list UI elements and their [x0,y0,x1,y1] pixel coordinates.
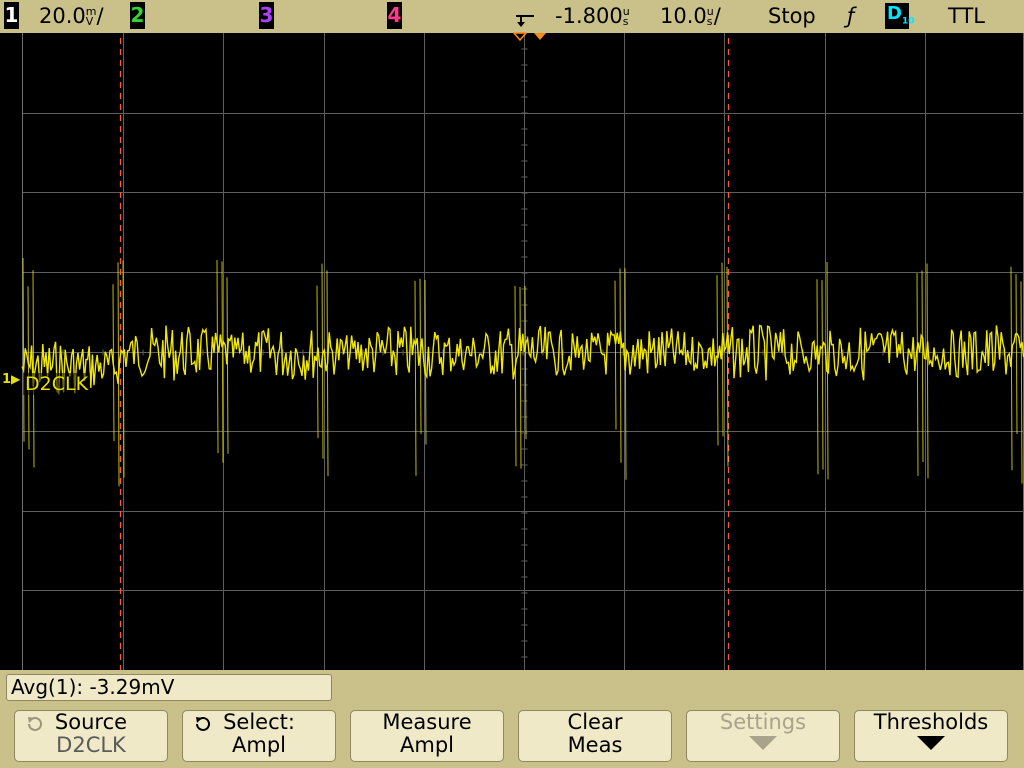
measure-value: Ampl [400,733,454,757]
trace-spike [821,280,824,470]
clear-label: Clear [567,710,623,734]
thresholds-softkey[interactable]: Thresholds [854,710,1008,762]
thresholds-label: Thresholds [873,710,989,734]
channel-3-number: 3 [259,3,274,27]
trace-spike [419,278,422,434]
trace-spike [624,268,627,480]
waveform-display[interactable]: 1▶ D2CLK [0,32,1024,670]
trace-spike [216,260,219,454]
channel-1-scale-value: 20.0 [39,4,86,28]
ground-arrow-icon: ▶ [11,372,21,386]
channel-2-number: 2 [130,3,145,27]
trace-spike [916,273,919,476]
trace-spike [826,262,829,480]
trace-spike [321,263,324,459]
down-arrow-icon [749,736,777,750]
timebase-suffix: / [713,4,721,28]
trace-spike [614,280,617,430]
channel-3-indicator[interactable]: 3 [259,2,274,29]
trace-spike [22,258,25,442]
trace-path [21,324,1024,396]
clear-value: Meas [567,733,623,757]
trace-spike [1015,274,1018,434]
select-value: Ampl [232,733,286,757]
channel-1-scale-suffix: / [96,4,104,28]
trace-spike [816,279,819,475]
trace-spike [524,285,527,440]
trace-spike [226,277,229,454]
timebase-unit: us [706,5,714,28]
trace-spike [112,284,115,442]
knob-icon [196,716,210,731]
delay-readout: -1.800u s [555,3,630,29]
trace-spike [921,270,924,462]
trigger-position-icon [516,15,534,27]
measure-label: Measure [382,710,472,734]
trigger-slope-icon: ƒ [847,4,855,28]
settings-label: Settings [719,710,807,734]
measurement-readout: Avg(1): -3.29mV [6,674,332,701]
trace-spike [519,287,522,469]
trace-spike [122,260,125,478]
digital-label: D [887,3,902,24]
channel-2-indicator[interactable]: 2 [130,2,145,29]
channel-1-number: 1 [4,3,19,27]
trace-spike [316,285,319,439]
select-softkey[interactable]: Select: Ampl [182,710,336,762]
trace-spike [32,270,35,468]
run-state: Stop [768,4,816,28]
trace-spike [117,262,120,487]
trace-spike [1020,281,1023,484]
channel-1-trace [21,258,1024,487]
channel-4-number: 4 [387,3,402,27]
channel-label: D2CLK [23,373,91,395]
trace-spike [326,270,329,477]
channel-1-scale: 20.0m V / [39,3,104,29]
channel-1-scale-unit: mV [85,5,97,28]
timebase-value: 10.0 [660,4,707,28]
timebase-readout: 10.0u s/ [660,3,721,29]
trace-spike [721,262,724,437]
channel-1-marker-number: 1 [2,372,12,387]
trace-spike [619,268,622,463]
trace-spike [27,286,30,450]
digital-sub: 10 [901,16,915,27]
channel-1-indicator[interactable]: 1 [4,2,19,29]
measure-softkey[interactable]: Measure Ampl [350,710,504,762]
threshold-label: TTL [948,4,985,28]
settings-softkey[interactable]: Settings [686,710,840,762]
digital-channel-indicator[interactable]: D10 [885,3,914,29]
source-softkey[interactable]: Source D2CLK [14,710,168,762]
channel-4-indicator[interactable]: 4 [387,2,402,29]
bottom-panel: Avg(1): -3.29mV Source D2CLK Select: Amp… [0,670,1024,768]
down-arrow-icon [917,736,945,750]
trace-spike [1010,266,1013,471]
trace-spike [424,279,427,445]
source-value: D2CLK [56,733,126,757]
trace-spike [926,263,929,479]
status-bar: 1 20.0m V/ 2 3 4 -1.800u s 10.0u s/ Stop ƒ … [0,0,1024,33]
trace-spike [221,261,224,463]
trace-spike [726,266,729,467]
trace-spike [514,285,517,467]
knob-icon [28,716,42,731]
trace-spike [414,280,417,476]
channel-1-ground-marker[interactable]: 1▶ [2,372,20,387]
clear-meas-softkey[interactable]: Clear Meas [518,710,672,762]
trace-spike [716,275,719,446]
delay-value: -1.800 [555,4,623,28]
trigger-marker-icon [512,32,546,42]
delay-unit: us [622,5,630,28]
